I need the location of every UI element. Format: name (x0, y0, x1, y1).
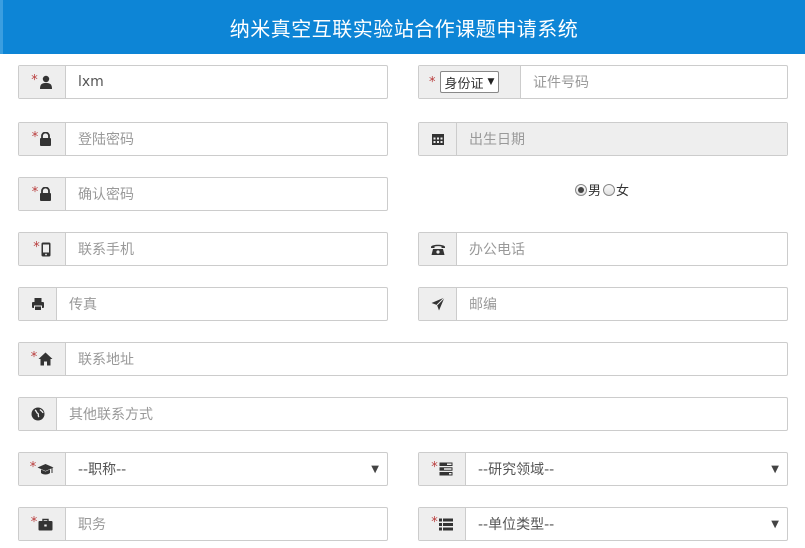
user-icon (39, 75, 52, 89)
position-group: * 职务 (18, 507, 388, 541)
gender-female-radio[interactable] (603, 183, 616, 196)
office-phone-addon (419, 233, 457, 265)
research-field-value: --研究领域-- (478, 462, 555, 478)
password-group: * 登陆密码 (18, 122, 388, 156)
birth-date-input[interactable]: 出生日期 (457, 123, 787, 155)
id-group: * 身份证 ▼ 证件号码 (418, 65, 788, 99)
chevron-down-icon: ▼ (487, 77, 495, 87)
title-select[interactable]: --职称-- ▼ (66, 453, 387, 485)
calendar-icon (431, 134, 444, 145)
org-type-addon: * (419, 508, 466, 540)
title-select-value: --职称-- (78, 462, 127, 478)
org-type-group: * --单位类型-- ▼ (418, 507, 788, 541)
id-type-select[interactable]: 身份证 ▼ (439, 71, 500, 93)
office-phone-input[interactable]: 办公电话 (457, 233, 787, 265)
address-group: * 联系地址 (18, 342, 788, 376)
fax-addon (19, 288, 57, 320)
other-contact-addon (19, 398, 57, 430)
position-addon: * (19, 508, 66, 540)
title-group: * --职称-- ▼ (18, 452, 388, 486)
id-number-input[interactable]: 证件号码 (521, 66, 787, 98)
required-mark: * (431, 459, 438, 475)
briefcase-icon (38, 518, 53, 530)
research-field-select[interactable]: --研究领域-- ▼ (466, 453, 787, 485)
confirm-password-input[interactable]: 确认密码 (66, 178, 387, 210)
chevron-down-icon: ▼ (371, 463, 379, 475)
birth-date-addon (419, 123, 457, 155)
org-type-select[interactable]: --单位类型-- ▼ (466, 508, 787, 540)
page-header: 纳米真空互联实验站合作课题申请系统 (0, 0, 805, 54)
chevron-down-icon: ▼ (771, 518, 779, 530)
mobile-icon (41, 242, 51, 256)
globe-icon (31, 407, 44, 421)
fax-input[interactable]: 传真 (57, 288, 387, 320)
mobile-input[interactable]: 联系手机 (66, 233, 387, 265)
password-addon: * (19, 123, 66, 155)
chevron-down-icon: ▼ (771, 463, 779, 475)
printer-icon (31, 298, 44, 311)
username-group: * lxm (18, 65, 388, 99)
required-mark: * (31, 129, 39, 145)
confirm-password-addon: * (19, 178, 66, 210)
required-mark: * (31, 184, 39, 200)
graduation-cap-icon (37, 463, 54, 474)
required-mark: * (33, 239, 40, 255)
page-title: 纳米真空互联实验站合作课题申请系统 (229, 16, 579, 41)
org-type-value: --单位类型-- (478, 517, 555, 533)
phone-icon (430, 244, 445, 255)
gender-male-radio[interactable] (575, 183, 587, 196)
mobile-addon: * (19, 233, 66, 265)
address-input[interactable]: 联系地址 (66, 343, 787, 375)
lock-icon (40, 187, 52, 201)
gender-female-label: 女 (616, 184, 630, 199)
confirm-password-group: * 确认密码 (18, 177, 388, 211)
tasks-icon (439, 462, 453, 476)
title-addon: * (19, 453, 66, 485)
password-input[interactable]: 登陆密码 (66, 123, 387, 155)
required-mark: * (31, 72, 38, 88)
research-field-group: * --研究领域-- ▼ (418, 452, 788, 486)
username-addon: * (19, 66, 66, 98)
list-icon (438, 518, 453, 530)
address-addon: * (19, 343, 66, 375)
position-input[interactable]: 职务 (66, 508, 387, 540)
lock-icon (40, 132, 52, 146)
send-icon (431, 297, 445, 311)
postcode-input[interactable]: 邮编 (457, 288, 787, 320)
birth-date-group: 出生日期 (418, 122, 788, 156)
required-mark: * (29, 459, 37, 475)
required-mark: * (429, 74, 436, 90)
username-input[interactable]: lxm (66, 66, 387, 98)
fax-group: 传真 (18, 287, 388, 321)
required-mark: * (30, 514, 38, 530)
mobile-group: * 联系手机 (18, 232, 388, 266)
other-contact-input[interactable]: 其他联系方式 (57, 398, 787, 430)
gender-male-label: 男 (588, 184, 602, 199)
postcode-addon (419, 288, 457, 320)
id-type-value: 身份证 (444, 76, 484, 92)
required-mark: * (431, 514, 438, 530)
id-type-addon: * 身份证 ▼ (419, 66, 521, 98)
home-icon (38, 352, 53, 366)
office-phone-group: 办公电话 (418, 232, 788, 266)
postcode-group: 邮编 (418, 287, 788, 321)
gender-radio-group: 男 女 (575, 180, 629, 199)
required-mark: * (30, 349, 38, 365)
other-contact-group: 其他联系方式 (18, 397, 788, 431)
research-field-addon: * (419, 453, 466, 485)
